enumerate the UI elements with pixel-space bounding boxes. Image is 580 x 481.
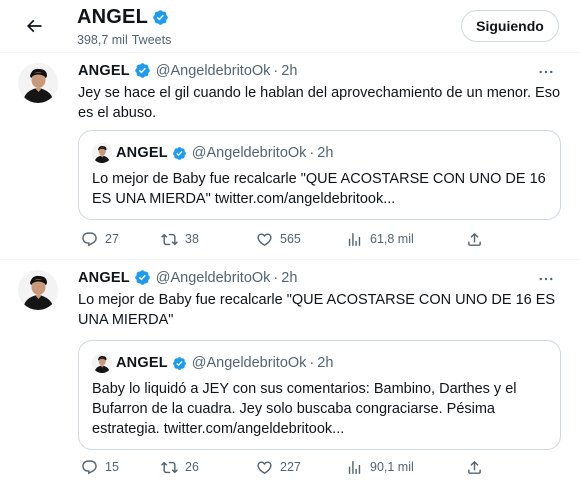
verified-badge-icon xyxy=(134,269,151,286)
tweet[interactable]: ANGEL @AngeldebritoOk · 2h Lo mejor de B… xyxy=(0,259,580,481)
avatar-image xyxy=(18,63,58,103)
tweet-header: ANGEL @AngeldebritoOk · 2h xyxy=(78,269,297,286)
more-icon xyxy=(539,70,553,74)
quoted-avatar xyxy=(92,143,112,163)
more-icon xyxy=(539,277,553,281)
quoted-tweet-text: Lo mejor de Baby fue recalcarle "QUE ACO… xyxy=(92,171,546,207)
profile-name: ANGEL xyxy=(77,6,148,28)
tweet-count-value: 398,7 mil xyxy=(77,33,128,47)
tweet-count-label: Tweets xyxy=(131,33,172,47)
separator-dot: · xyxy=(309,355,315,371)
following-button[interactable]: Siguiendo xyxy=(461,10,559,42)
like-count: 227 xyxy=(280,460,301,474)
retweet-count: 26 xyxy=(185,460,199,474)
separator-dot: · xyxy=(309,145,315,161)
reply-count: 15 xyxy=(105,460,119,474)
share-icon xyxy=(468,232,481,246)
like-button[interactable]: 565 xyxy=(256,229,301,249)
tweet-text: Lo mejor de Baby fue recalcarle "QUE ACO… xyxy=(78,292,556,328)
quoted-timestamp: 2h xyxy=(317,145,334,161)
tweet-actions: 15 26 227 90,1 mil xyxy=(78,457,498,477)
tweet-header: ANGEL @AngeldebritoOk · 2h xyxy=(78,62,297,79)
author-handle[interactable]: @AngeldebritoOk xyxy=(156,63,271,79)
avatar-image xyxy=(18,270,58,310)
separator-dot: · xyxy=(273,269,279,286)
avatar[interactable] xyxy=(18,63,58,103)
retweet-button[interactable]: 38 xyxy=(161,229,199,249)
verified-badge-icon xyxy=(152,9,169,26)
quoted-tweet[interactable]: ANGEL @AngeldebritoOk · 2h Baby lo liqui… xyxy=(78,340,561,450)
quoted-timestamp: 2h xyxy=(317,355,334,371)
more-button[interactable] xyxy=(536,64,556,80)
author-name[interactable]: ANGEL xyxy=(78,270,130,286)
view-count: 90,1 mil xyxy=(370,460,414,474)
arrow-left-icon xyxy=(26,19,42,33)
author-handle[interactable]: @AngeldebritoOk xyxy=(156,270,271,286)
profile-title: ANGEL xyxy=(77,6,169,29)
reply-count: 27 xyxy=(105,232,119,246)
tweet-text: Jey se hace el gil cuando le hablan del … xyxy=(78,85,561,121)
more-button[interactable] xyxy=(536,271,556,287)
tweet-count: 398,7 mil Tweets xyxy=(77,33,171,47)
share-button[interactable] xyxy=(466,229,483,249)
tweet[interactable]: ANGEL @AngeldebritoOk · 2h Jey se hace e… xyxy=(0,52,580,259)
view-count: 61,8 mil xyxy=(370,232,414,246)
back-button[interactable] xyxy=(22,14,46,38)
heart-icon xyxy=(257,460,272,474)
verified-badge-icon xyxy=(134,62,151,79)
reply-icon xyxy=(82,459,97,474)
share-icon xyxy=(468,460,481,474)
quoted-tweet-header: ANGEL @AngeldebritoOk · 2h xyxy=(92,143,333,163)
separator-dot: · xyxy=(273,62,279,79)
profile-header: ANGEL 398,7 mil Tweets Siguiendo xyxy=(0,0,580,52)
views-icon xyxy=(348,460,361,474)
views-icon xyxy=(348,232,361,246)
verified-badge-icon xyxy=(172,356,187,371)
like-button[interactable]: 227 xyxy=(256,457,301,477)
retweet-icon xyxy=(161,233,178,245)
like-count: 565 xyxy=(280,232,301,246)
author-name[interactable]: ANGEL xyxy=(78,63,130,79)
retweet-button[interactable]: 26 xyxy=(161,457,199,477)
heart-icon xyxy=(257,232,272,246)
views-button[interactable]: 90,1 mil xyxy=(346,457,414,477)
quoted-avatar xyxy=(92,353,112,373)
timestamp[interactable]: 2h xyxy=(281,63,297,79)
quoted-author-name: ANGEL xyxy=(116,355,168,371)
quoted-author-handle: @AngeldebritoOk xyxy=(191,355,307,371)
quoted-tweet[interactable]: ANGEL @AngeldebritoOk · 2h Lo mejor de B… xyxy=(78,130,561,220)
share-button[interactable] xyxy=(466,457,483,477)
verified-badge-icon xyxy=(172,146,187,161)
quoted-tweet-header: ANGEL @AngeldebritoOk · 2h xyxy=(92,353,333,373)
quoted-author-handle: @AngeldebritoOk xyxy=(191,145,307,161)
timestamp[interactable]: 2h xyxy=(281,270,297,286)
views-button[interactable]: 61,8 mil xyxy=(346,229,414,249)
reply-button[interactable]: 15 xyxy=(81,457,119,477)
reply-button[interactable]: 27 xyxy=(81,229,119,249)
avatar[interactable] xyxy=(18,270,58,310)
retweet-icon xyxy=(161,461,178,473)
tweet-actions: 27 38 565 61,8 mil xyxy=(78,229,498,249)
reply-icon xyxy=(82,231,97,246)
quoted-author-name: ANGEL xyxy=(116,145,168,161)
retweet-count: 38 xyxy=(185,232,199,246)
quoted-tweet-text: Baby lo liquidó a JEY con sus comentario… xyxy=(92,381,517,437)
